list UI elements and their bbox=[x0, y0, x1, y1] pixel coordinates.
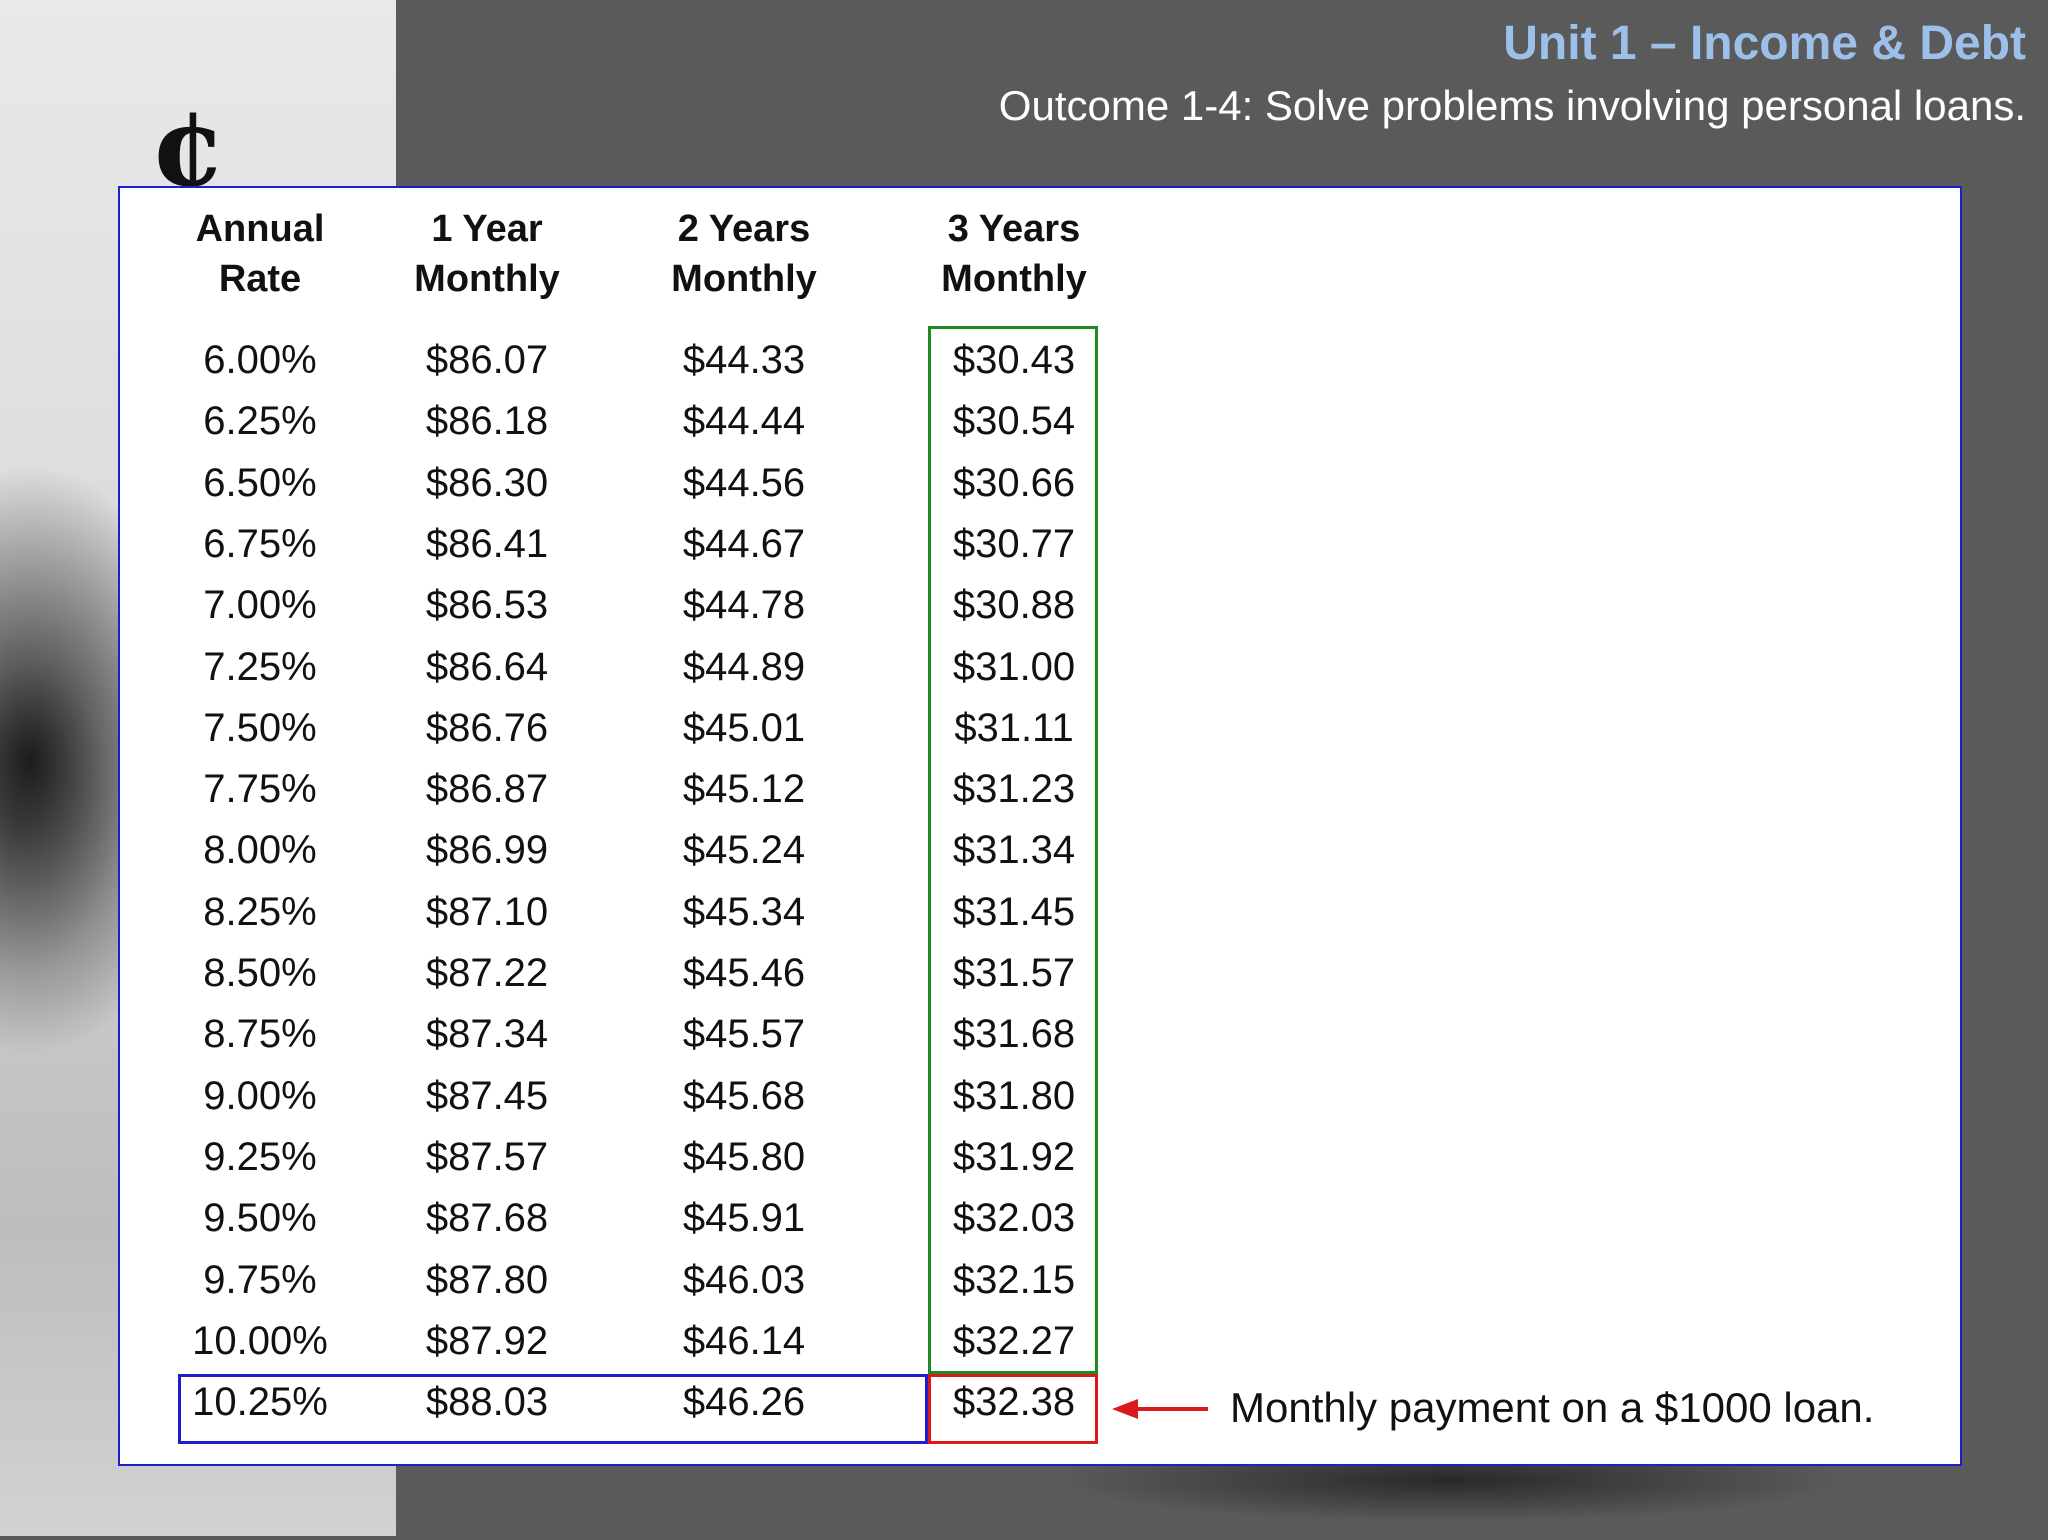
rate-cell: 6.25% bbox=[203, 399, 317, 444]
column-header-line1: 2 Years bbox=[677, 208, 811, 250]
rate-cell: 8.75% bbox=[203, 1012, 317, 1057]
loan-table-panel: Annual Rate 1 Year Monthly 2 Years Monthly 3 Y… bbox=[118, 186, 1962, 1466]
rate-cell: 8.50% bbox=[203, 951, 317, 995]
two-year-cell: $46.14 bbox=[682, 1318, 806, 1363]
rate-cell: 10.00% bbox=[192, 1318, 328, 1363]
rate-cell: 8.25% bbox=[203, 889, 317, 934]
two-year-cell: $45.12 bbox=[682, 767, 806, 812]
two-year-cell: $45.24 bbox=[682, 828, 806, 873]
column-header: Annual Rate bbox=[160, 204, 360, 304]
rate-cell: 7.00% bbox=[203, 583, 317, 628]
one-year-cell: $86.53 bbox=[425, 583, 549, 628]
two-year-cell: $44.89 bbox=[682, 644, 806, 689]
one-year-cell: $87.92 bbox=[425, 1318, 549, 1363]
column-header-line2: Monthly bbox=[414, 258, 560, 300]
one-year-cell: $86.76 bbox=[425, 705, 549, 750]
one-year-cell: $86.07 bbox=[425, 338, 549, 382]
rate-cell: 8.00% bbox=[203, 828, 317, 873]
one-year-cell: $87.80 bbox=[425, 1257, 549, 1302]
slide-title: Unit 1 – Income & Debt bbox=[1503, 17, 2026, 70]
one-year-cell: $86.99 bbox=[425, 828, 549, 873]
two-year-cell: $44.44 bbox=[682, 399, 806, 444]
column-header: 3 Years Monthly bbox=[914, 204, 1114, 304]
two-year-cell: $45.91 bbox=[682, 1196, 806, 1241]
column-header-line2: Monthly bbox=[671, 258, 817, 300]
rate-cell: 7.25% bbox=[203, 644, 317, 689]
one-year-cell: $87.10 bbox=[425, 889, 549, 934]
one-year-cell: $86.41 bbox=[425, 521, 549, 566]
two-year-cell: $44.67 bbox=[682, 521, 806, 566]
rate-cell: 9.50% bbox=[203, 1196, 317, 1241]
selected-rate-row-highlight bbox=[178, 1374, 928, 1444]
column-header-line1: 3 Years bbox=[947, 208, 1081, 250]
one-year-cell: $87.45 bbox=[425, 1073, 549, 1118]
two-year-cell: $44.78 bbox=[682, 583, 806, 628]
two-year-cell: $45.57 bbox=[682, 1012, 806, 1057]
arrow-left-icon bbox=[1112, 1399, 1208, 1419]
one-year-cell: $87.57 bbox=[425, 1134, 549, 1179]
annotation-text: Monthly payment on a $1000 loan. bbox=[1230, 1384, 1875, 1431]
rate-cell: 7.75% bbox=[203, 767, 317, 812]
rate-cell: 6.50% bbox=[203, 460, 317, 505]
column-header-line2: Rate bbox=[218, 258, 302, 300]
column-header-line1: 1 Year bbox=[431, 208, 543, 250]
two-year-cell: $45.80 bbox=[682, 1134, 806, 1179]
one-year-cell: $87.68 bbox=[425, 1196, 549, 1241]
rate-cell: 6.00% bbox=[203, 338, 317, 382]
rate-cell: 6.75% bbox=[203, 521, 317, 566]
rate-cell: 9.25% bbox=[203, 1134, 317, 1179]
two-year-cell: $45.01 bbox=[682, 705, 806, 750]
rate-cell: 9.00% bbox=[203, 1073, 317, 1118]
two-year-cell: $44.33 bbox=[682, 338, 806, 382]
column-header: 1 Year Monthly bbox=[387, 204, 587, 304]
slide-subtitle: Outcome 1-4: Solve problems involving pe… bbox=[998, 82, 2026, 129]
two-year-cell: $45.34 bbox=[682, 889, 806, 934]
column-header: 2 Years Monthly bbox=[644, 204, 844, 304]
one-year-cell: $86.18 bbox=[425, 399, 549, 444]
one-year-cell: $86.87 bbox=[425, 767, 549, 812]
one-year-cell: $86.64 bbox=[425, 644, 549, 689]
column-header-line1: Annual bbox=[195, 208, 325, 250]
selected-payment-highlight bbox=[928, 1374, 1098, 1444]
one-year-cell: $87.22 bbox=[425, 951, 549, 995]
rate-cell: 7.50% bbox=[203, 705, 317, 750]
rate-cell: 9.75% bbox=[203, 1257, 317, 1302]
two-year-cell: $46.03 bbox=[682, 1257, 806, 1302]
one-year-cell: $86.30 bbox=[425, 460, 549, 505]
two-year-cell: $45.68 bbox=[682, 1073, 806, 1118]
two-year-cell: $44.56 bbox=[682, 460, 806, 505]
column-header-line2: Monthly bbox=[941, 258, 1087, 300]
three-year-column-highlight bbox=[928, 326, 1098, 1374]
one-year-cell: $87.34 bbox=[425, 1012, 549, 1057]
two-year-cell: $45.46 bbox=[682, 951, 806, 995]
